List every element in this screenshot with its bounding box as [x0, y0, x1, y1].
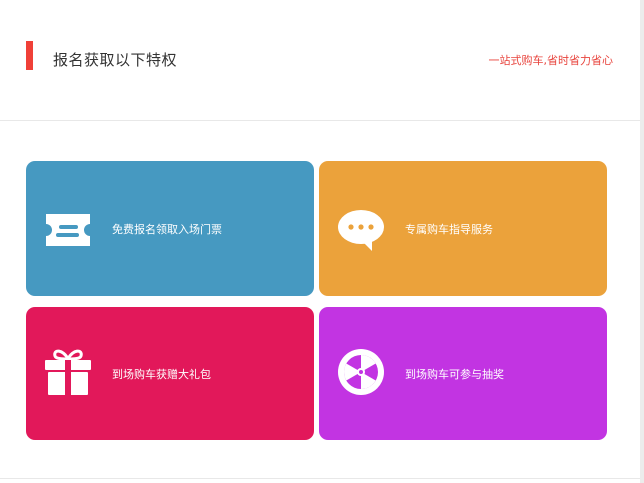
slogan-text: 一站式购车,省时省力省心 [488, 54, 614, 67]
chat-bubble-icon [338, 210, 384, 251]
header: 报名获取以下特权 一站式购车,省时省力省心 [0, 0, 644, 121]
right-edge-divider [640, 0, 644, 483]
card-gift-pack[interactable]: 到场购车获赠大礼包 [26, 307, 314, 440]
card-label: 到场购车获赠大礼包 [112, 368, 211, 381]
page-title: 报名获取以下特权 [53, 51, 178, 69]
card-lottery[interactable]: 到场购车可参与抽奖 [319, 307, 607, 440]
bottom-divider [0, 478, 644, 479]
card-label: 免费报名领取入场门票 [112, 223, 222, 236]
card-free-ticket[interactable]: 免费报名领取入场门票 [26, 161, 314, 296]
card-label: 专属购车指导服务 [405, 223, 493, 236]
gift-icon [45, 349, 91, 395]
card-label: 到场购车可参与抽奖 [405, 368, 504, 381]
card-guide-service[interactable]: 专属购车指导服务 [319, 161, 607, 296]
lottery-wheel-icon [338, 349, 384, 395]
ticket-icon [46, 214, 90, 246]
title-accent-bar [26, 41, 33, 70]
